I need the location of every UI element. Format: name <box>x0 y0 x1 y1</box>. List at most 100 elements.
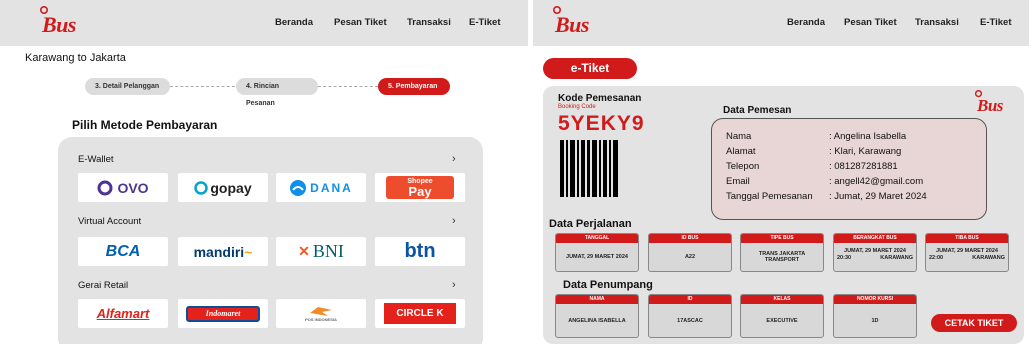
card-time-row: 22:00 KARAWANG <box>926 254 1008 262</box>
navbar: Bus Beranda Pesan Tiket Transaksi E-Tike… <box>533 0 1029 46</box>
step-pembayaran[interactable]: 5. Pembayaran <box>378 78 450 95</box>
brand-logo[interactable]: Bus <box>40 6 76 38</box>
data-pemesan-title: Data Pemesan <box>723 105 792 116</box>
nav-e-tiket[interactable]: E-Tiket <box>469 17 501 28</box>
card-place: KARAWANG <box>880 255 913 261</box>
card-value: JUMAT, 29 MARET 2024 <box>936 248 998 254</box>
chevron-right-icon[interactable]: › <box>452 215 456 227</box>
card-time-row: 20:30 KARAWANG <box>834 254 916 262</box>
card-header: BERANGKAT BUS <box>834 234 916 243</box>
card-header: KELAS <box>741 295 823 304</box>
pemesan-key: Alamat <box>726 146 756 157</box>
route-title: Karawang to Jakarta <box>25 52 126 64</box>
pin-icon <box>553 6 561 14</box>
nav-transaksi[interactable]: Transaksi <box>407 17 451 28</box>
indomaret-label: Indomaret <box>205 309 241 318</box>
passenger-card-kursi: NOMOR KURSI 1D <box>833 294 917 338</box>
pay-shopeepay[interactable]: Shopee Pay <box>375 173 465 202</box>
payment-page: Bus Beranda Pesan Tiket Transaksi E-Tike… <box>0 0 528 344</box>
pay-indomaret[interactable]: Indomaret <box>178 299 268 328</box>
barcode-icon <box>560 140 618 197</box>
pay-mandiri[interactable]: mandiri ~ <box>178 237 268 266</box>
chevron-right-icon[interactable]: › <box>452 279 456 291</box>
group-retail-label: Gerai Retail <box>78 280 129 291</box>
bca-label: BCA <box>105 242 141 260</box>
pay-pos[interactable]: POS INDONESIA <box>276 299 366 328</box>
pemesan-key: Telepon <box>726 161 760 172</box>
card-header: NOMOR KURSI <box>834 295 916 304</box>
card-place: KARAWANG <box>972 255 1005 261</box>
booking-code-label: Booking Code <box>558 104 596 110</box>
nav-pesan-tiket[interactable]: Pesan Tiket <box>844 17 897 28</box>
pemesan-value: : Angelina Isabella <box>829 131 907 142</box>
data-penumpang-title: Data Penumpang <box>563 279 653 291</box>
step-connector <box>170 86 240 87</box>
trip-card-tipebus: TIPE BUS TRANS JAKARTA TRANSPORT <box>740 233 824 272</box>
navbar: Bus Beranda Pesan Tiket Transaksi E-Tike… <box>0 0 528 46</box>
pemesan-key: Email <box>726 176 750 187</box>
card-value: 17ASCAC <box>677 317 703 324</box>
card-header: TIBA BUS <box>926 234 1008 243</box>
passenger-card-nama: NAMA ANGELINA ISABELLA <box>555 294 639 338</box>
pay-dana[interactable]: DANA <box>276 173 366 202</box>
step-connector <box>318 86 378 87</box>
pay-bca[interactable]: BCA <box>78 237 168 266</box>
pos-bird-icon <box>310 307 332 316</box>
nav-beranda[interactable]: Beranda <box>787 17 825 28</box>
kode-pemesanan-title: Kode Pemesanan <box>558 93 642 104</box>
pos-label: POS INDONESIA <box>305 317 337 322</box>
bni-label: BNI <box>312 241 344 261</box>
trip-card-idbus: ID BUS A22 <box>648 233 732 272</box>
pemesan-key: Tanggal Pemesanan <box>726 191 813 202</box>
pay-gopay[interactable]: gopay <box>178 173 268 202</box>
pin-icon <box>40 6 48 14</box>
card-value: A22 <box>684 254 696 260</box>
nav-transaksi[interactable]: Transaksi <box>915 17 959 28</box>
pemesan-value: : Klari, Karawang <box>829 146 902 157</box>
card-time: 22:00 <box>929 255 944 261</box>
card-value: ANGELINA ISABELLA <box>568 317 626 324</box>
step-detail-pelanggan[interactable]: 3. Detail Pelanggan <box>85 78 170 95</box>
group-va-label: Virtual Account <box>78 216 142 227</box>
step-rincian-pesanan[interactable]: 4. Rincian Pesanan <box>236 78 318 107</box>
shopee-pay-label: Pay <box>408 183 432 199</box>
pay-bni[interactable]: ✕ BNI <box>276 237 366 266</box>
circlek-label: CIRCLE K <box>396 308 444 319</box>
passenger-card-kelas: KELAS EXECUTIVE <box>740 294 824 338</box>
ticket-brand-logo: Bus <box>974 90 1003 116</box>
btn-label: btn <box>404 240 436 262</box>
nav-pesan-tiket[interactable]: Pesan Tiket <box>334 17 387 28</box>
ovo-label: OVO <box>117 179 149 196</box>
mandiri-label: mandiri <box>193 243 245 260</box>
card-time: 20:30 <box>837 255 852 261</box>
card-value: TRANS JAKARTA TRANSPORT <box>758 251 806 263</box>
card-header: ID BUS <box>649 234 731 243</box>
pemesan-value: : 081287281881 <box>829 161 898 172</box>
card-value: 1D <box>871 317 879 324</box>
trip-card-berangkat: BERANGKAT BUS JUMAT, 29 MARET 2024 20:30… <box>833 233 917 272</box>
card-header: TANGGAL <box>556 234 638 243</box>
dana-label: DANA <box>310 180 353 195</box>
chevron-right-icon[interactable]: › <box>452 153 456 165</box>
pay-circlek[interactable]: CIRCLE K <box>375 299 465 328</box>
mandiri-wave-icon: ~ <box>244 243 253 260</box>
trip-card-tanggal: TANGGAL JUMAT, 29 MARET 2024 <box>555 233 639 272</box>
nav-beranda[interactable]: Beranda <box>275 17 313 28</box>
card-header: NAMA <box>556 295 638 304</box>
card-header: TIPE BUS <box>741 234 823 243</box>
card-value: JUMAT, 29 MARET 2024 <box>844 248 906 254</box>
eticket-page: Bus Beranda Pesan Tiket Transaksi E-Tike… <box>533 0 1029 344</box>
nav-e-tiket[interactable]: E-Tiket <box>980 17 1012 28</box>
pay-alfamart[interactable]: Alfamart <box>78 299 168 328</box>
trip-card-tiba: TIBA BUS JUMAT, 29 MARET 2024 22:00 KARA… <box>925 233 1009 272</box>
pay-btn[interactable]: btn <box>375 237 465 266</box>
booking-code: 5YEKY9 <box>558 112 645 135</box>
pemesan-value: : angell42@gmail.com <box>829 176 924 187</box>
pay-ovo[interactable]: OVO <box>78 173 168 202</box>
cetak-tiket-button[interactable]: CETAK TIKET <box>931 314 1017 332</box>
gopay-label: gopay <box>210 179 252 196</box>
alfamart-label: Alfamart <box>96 306 150 321</box>
group-ewallet-label: E-Wallet <box>78 154 114 165</box>
brand-logo[interactable]: Bus <box>553 6 589 38</box>
dana-logo-icon <box>290 179 307 196</box>
